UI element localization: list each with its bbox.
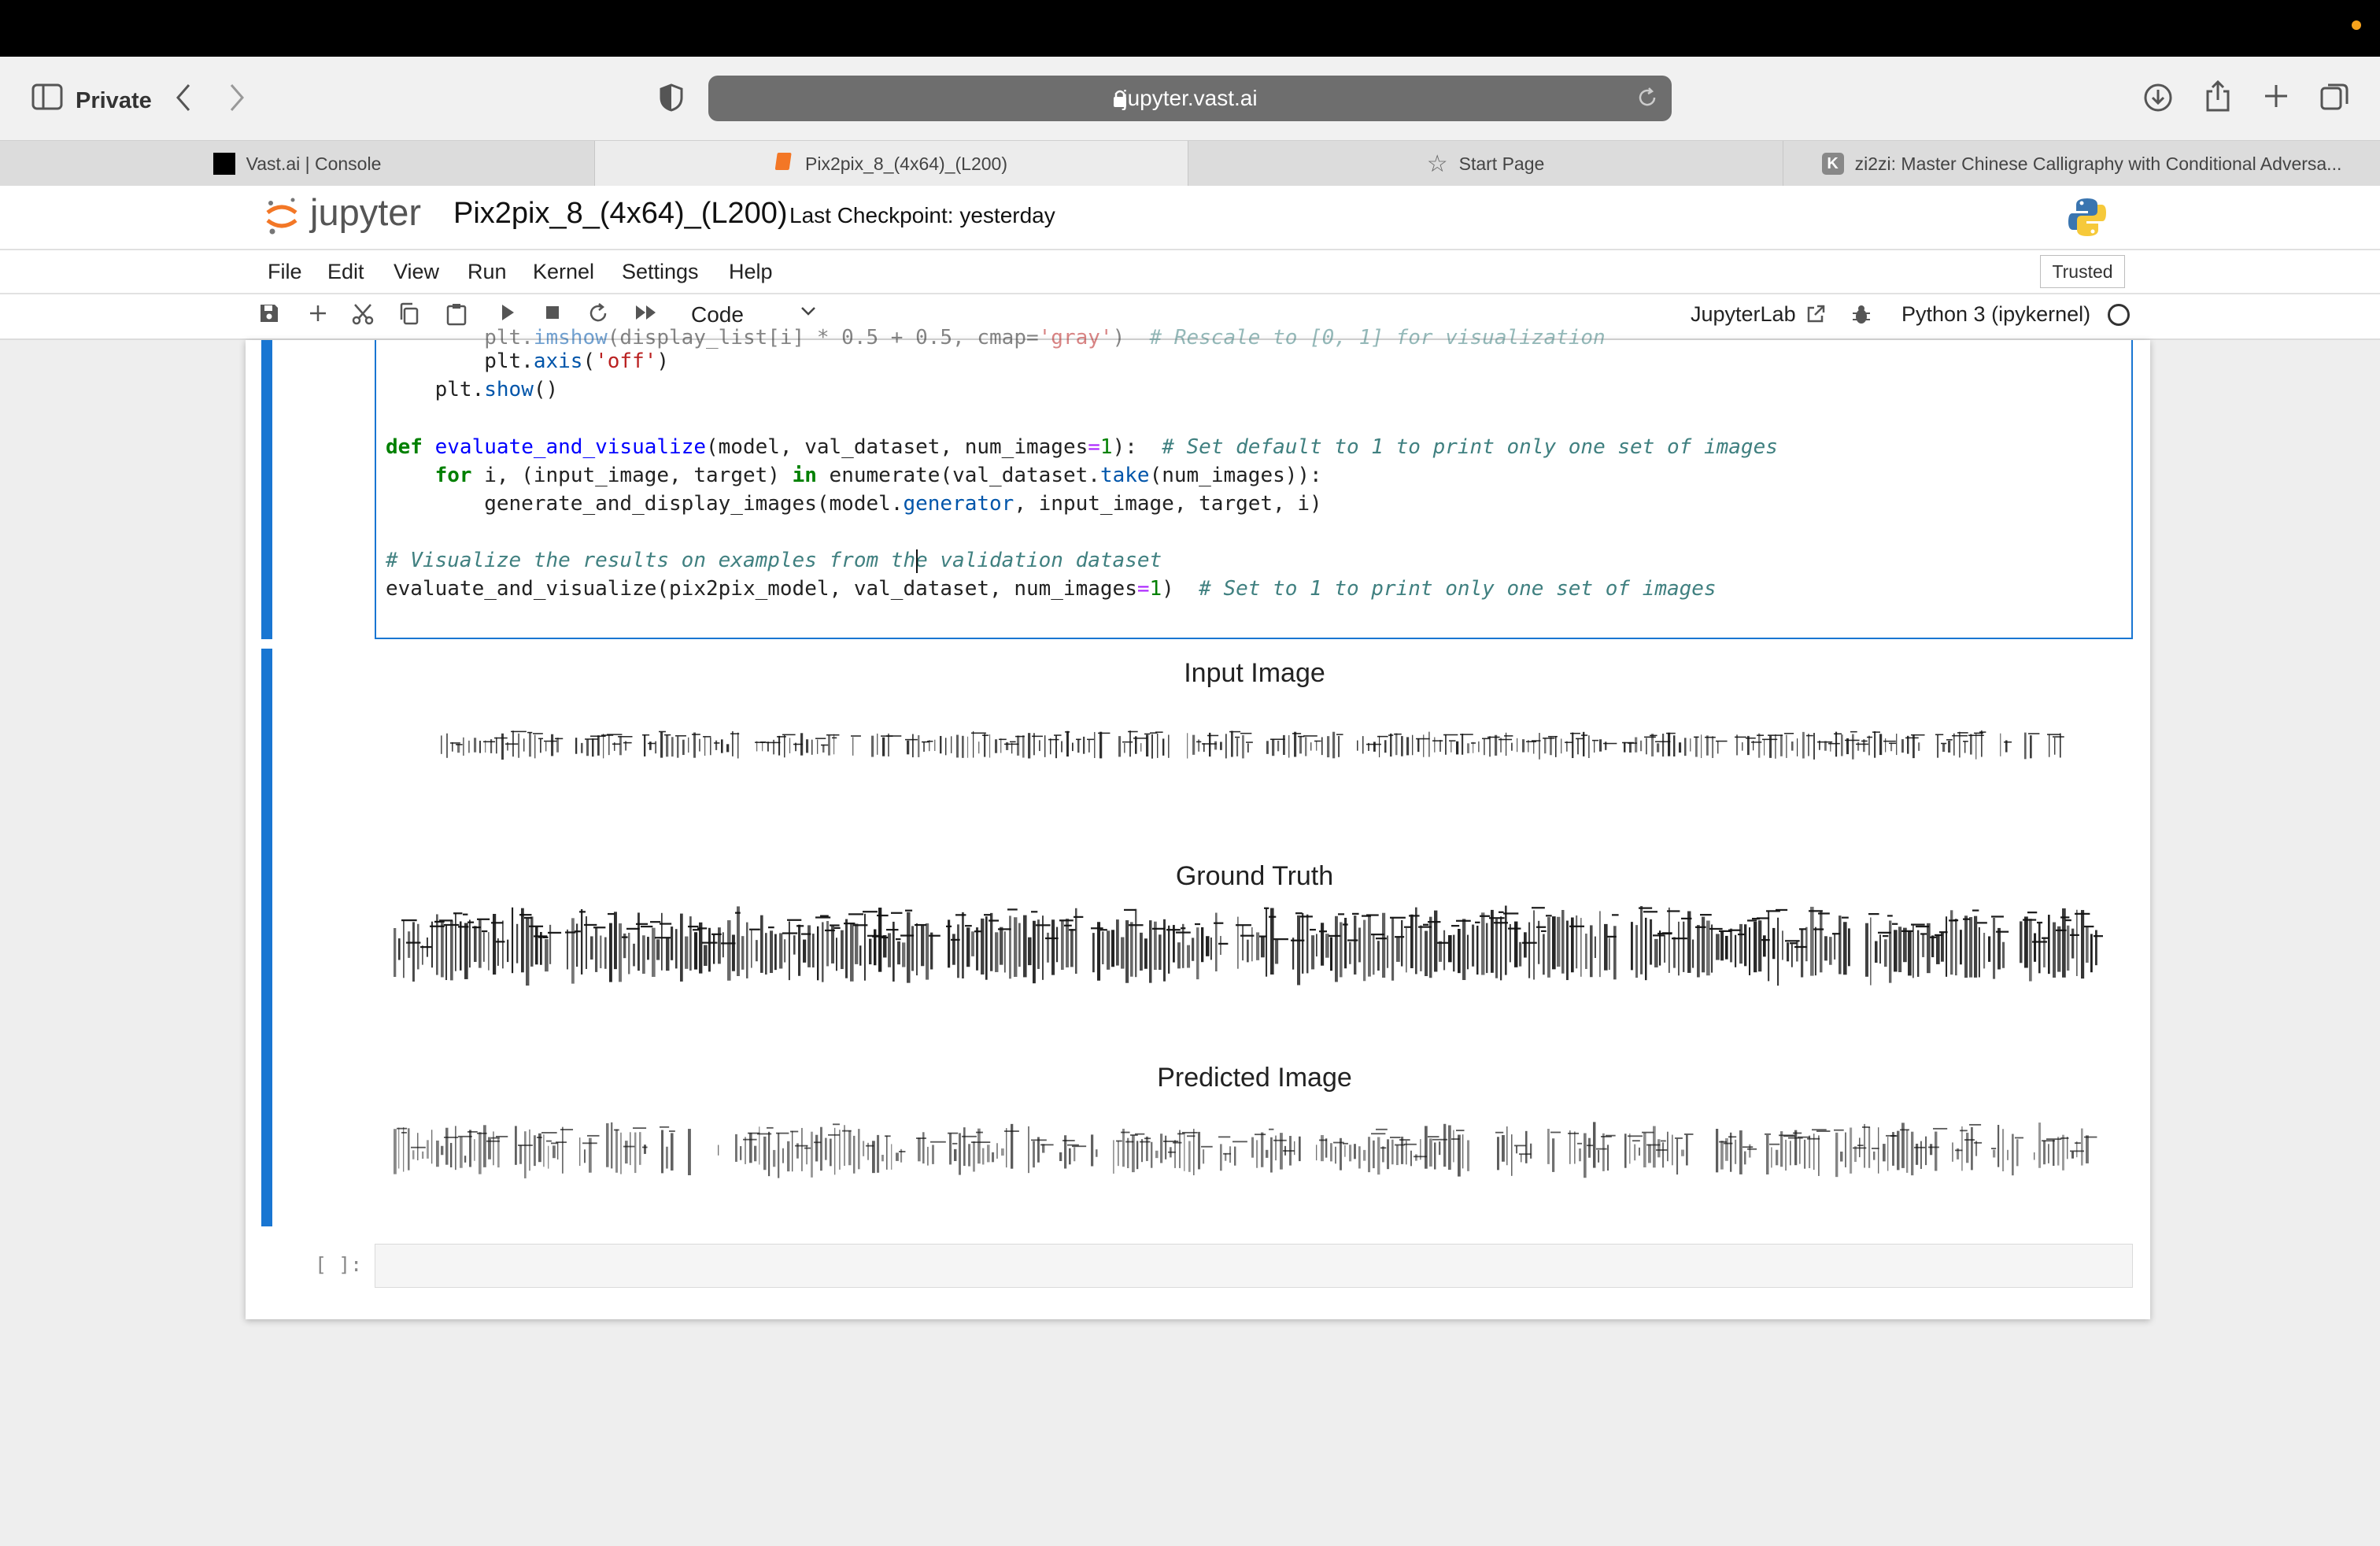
run-cell-icon[interactable]: [499, 302, 516, 327]
tab-notebook[interactable]: Pix2pix_8_(4x64)_(L200): [595, 141, 1188, 187]
tab-bar: Vast.ai | Console Pix2pix_8_(4x64)_(L200…: [0, 140, 2380, 187]
downloads-icon[interactable]: [2142, 82, 2174, 117]
ground-truth-image: [390, 897, 2108, 1012]
code-line: def evaluate_and_visualize(model, val_da…: [386, 435, 1778, 459]
back-icon[interactable]: [173, 82, 192, 117]
menu-help[interactable]: Help: [729, 260, 773, 284]
empty-code-cell[interactable]: [375, 1244, 2133, 1288]
trusted-badge[interactable]: Trusted: [2040, 255, 2125, 288]
interrupt-kernel-icon[interactable]: [543, 302, 562, 327]
tab-label: Pix2pix_8_(4x64)_(L200): [805, 153, 1007, 174]
cut-icon[interactable]: [351, 302, 375, 331]
address-bar[interactable]: jupyter.vast.ai: [708, 76, 1672, 121]
tab-start-page[interactable]: ☆ Start Page: [1188, 141, 1783, 187]
code-line: plt.show(): [386, 378, 559, 401]
input-image: [438, 724, 2068, 775]
recording-indicator-icon: [2352, 20, 2361, 30]
text-cursor: [916, 549, 918, 573]
address-text: jupyter.vast.ai: [1122, 86, 1258, 110]
code-line: plt.imshow(display_list[i] * 0.5 + 0.5, …: [386, 326, 1606, 350]
sidebar-toggle-icon[interactable]: [31, 83, 63, 114]
reload-icon[interactable]: [1635, 86, 1659, 113]
kernel-name[interactable]: Python 3 (ipykernel): [1901, 302, 2090, 327]
checkpoint-status: Last Checkpoint: yesterday: [789, 203, 1055, 227]
kernel-idle-indicator-icon: [2108, 304, 2130, 326]
output-title-ground-truth: Ground Truth: [1175, 861, 1334, 891]
system-menu-bar: [0, 0, 2380, 57]
output-title-predicted: Predicted Image: [1157, 1063, 1352, 1093]
tab-overview-icon[interactable]: [2319, 80, 2350, 116]
jupyterlab-link[interactable]: JupyterLab: [1691, 302, 1796, 327]
notebook-title[interactable]: Pix2pix_8_(4x64)_(L200): [453, 197, 788, 231]
jupyter-logo-text: jupyter: [310, 191, 422, 233]
chevron-down-icon[interactable]: [800, 302, 817, 325]
code-line: plt.axis('off'): [386, 350, 670, 373]
tab-label: Start Page: [1458, 153, 1545, 174]
menu-run[interactable]: Run: [468, 260, 507, 284]
tab-zi2zi[interactable]: K zi2zi: Master Chinese Calligraphy with…: [1783, 141, 2380, 187]
predicted-image: [390, 1111, 2103, 1202]
menu-view[interactable]: View: [394, 260, 439, 284]
code-line: # Visualize the results on examples from…: [386, 549, 1162, 572]
python-logo-icon: [2067, 197, 2108, 238]
restart-kernel-icon[interactable]: [587, 302, 609, 329]
star-icon: ☆: [1426, 150, 1448, 177]
menu-edit[interactable]: Edit: [327, 260, 364, 284]
code-line: evaluate_and_visualize(pix2pix_model, va…: [386, 577, 1717, 601]
save-icon[interactable]: [258, 302, 280, 329]
external-link-icon[interactable]: [1805, 304, 1826, 328]
debugger-bug-icon[interactable]: [1851, 304, 1872, 330]
menu-settings[interactable]: Settings: [622, 260, 699, 284]
cell-type-select[interactable]: Code: [691, 302, 744, 327]
output-collapser[interactable]: [261, 649, 272, 1226]
vast-favicon-icon: [213, 153, 235, 175]
output-title-input: Input Image: [1184, 658, 1325, 688]
insert-cell-icon[interactable]: [307, 302, 329, 329]
privacy-shield-icon[interactable]: [660, 83, 683, 116]
k-favicon-icon: K: [1821, 153, 1844, 175]
code-line: generate_and_display_images(model.genera…: [386, 492, 1322, 516]
code-line: for i, (input_image, target) in enumerat…: [434, 464, 1322, 487]
tab-vast-console[interactable]: Vast.ai | Console: [0, 141, 595, 187]
jupyter-logo-icon[interactable]: [264, 197, 299, 236]
share-icon[interactable]: [2204, 79, 2232, 117]
restart-run-all-icon[interactable]: [634, 302, 658, 327]
cell-prompt: [ ]:: [315, 1253, 363, 1276]
notebook-favicon-icon: [774, 151, 794, 176]
menu-kernel[interactable]: Kernel: [533, 260, 594, 284]
forward-icon[interactable]: [228, 82, 247, 117]
private-mode-label: Private: [76, 88, 152, 113]
menu-file[interactable]: File: [268, 260, 302, 284]
new-tab-icon[interactable]: [2262, 82, 2290, 114]
tab-label: zi2zi: Master Chinese Calligraphy with C…: [1854, 153, 2342, 174]
cell-collapser[interactable]: [261, 340, 272, 639]
tab-label: Vast.ai | Console: [246, 153, 382, 174]
